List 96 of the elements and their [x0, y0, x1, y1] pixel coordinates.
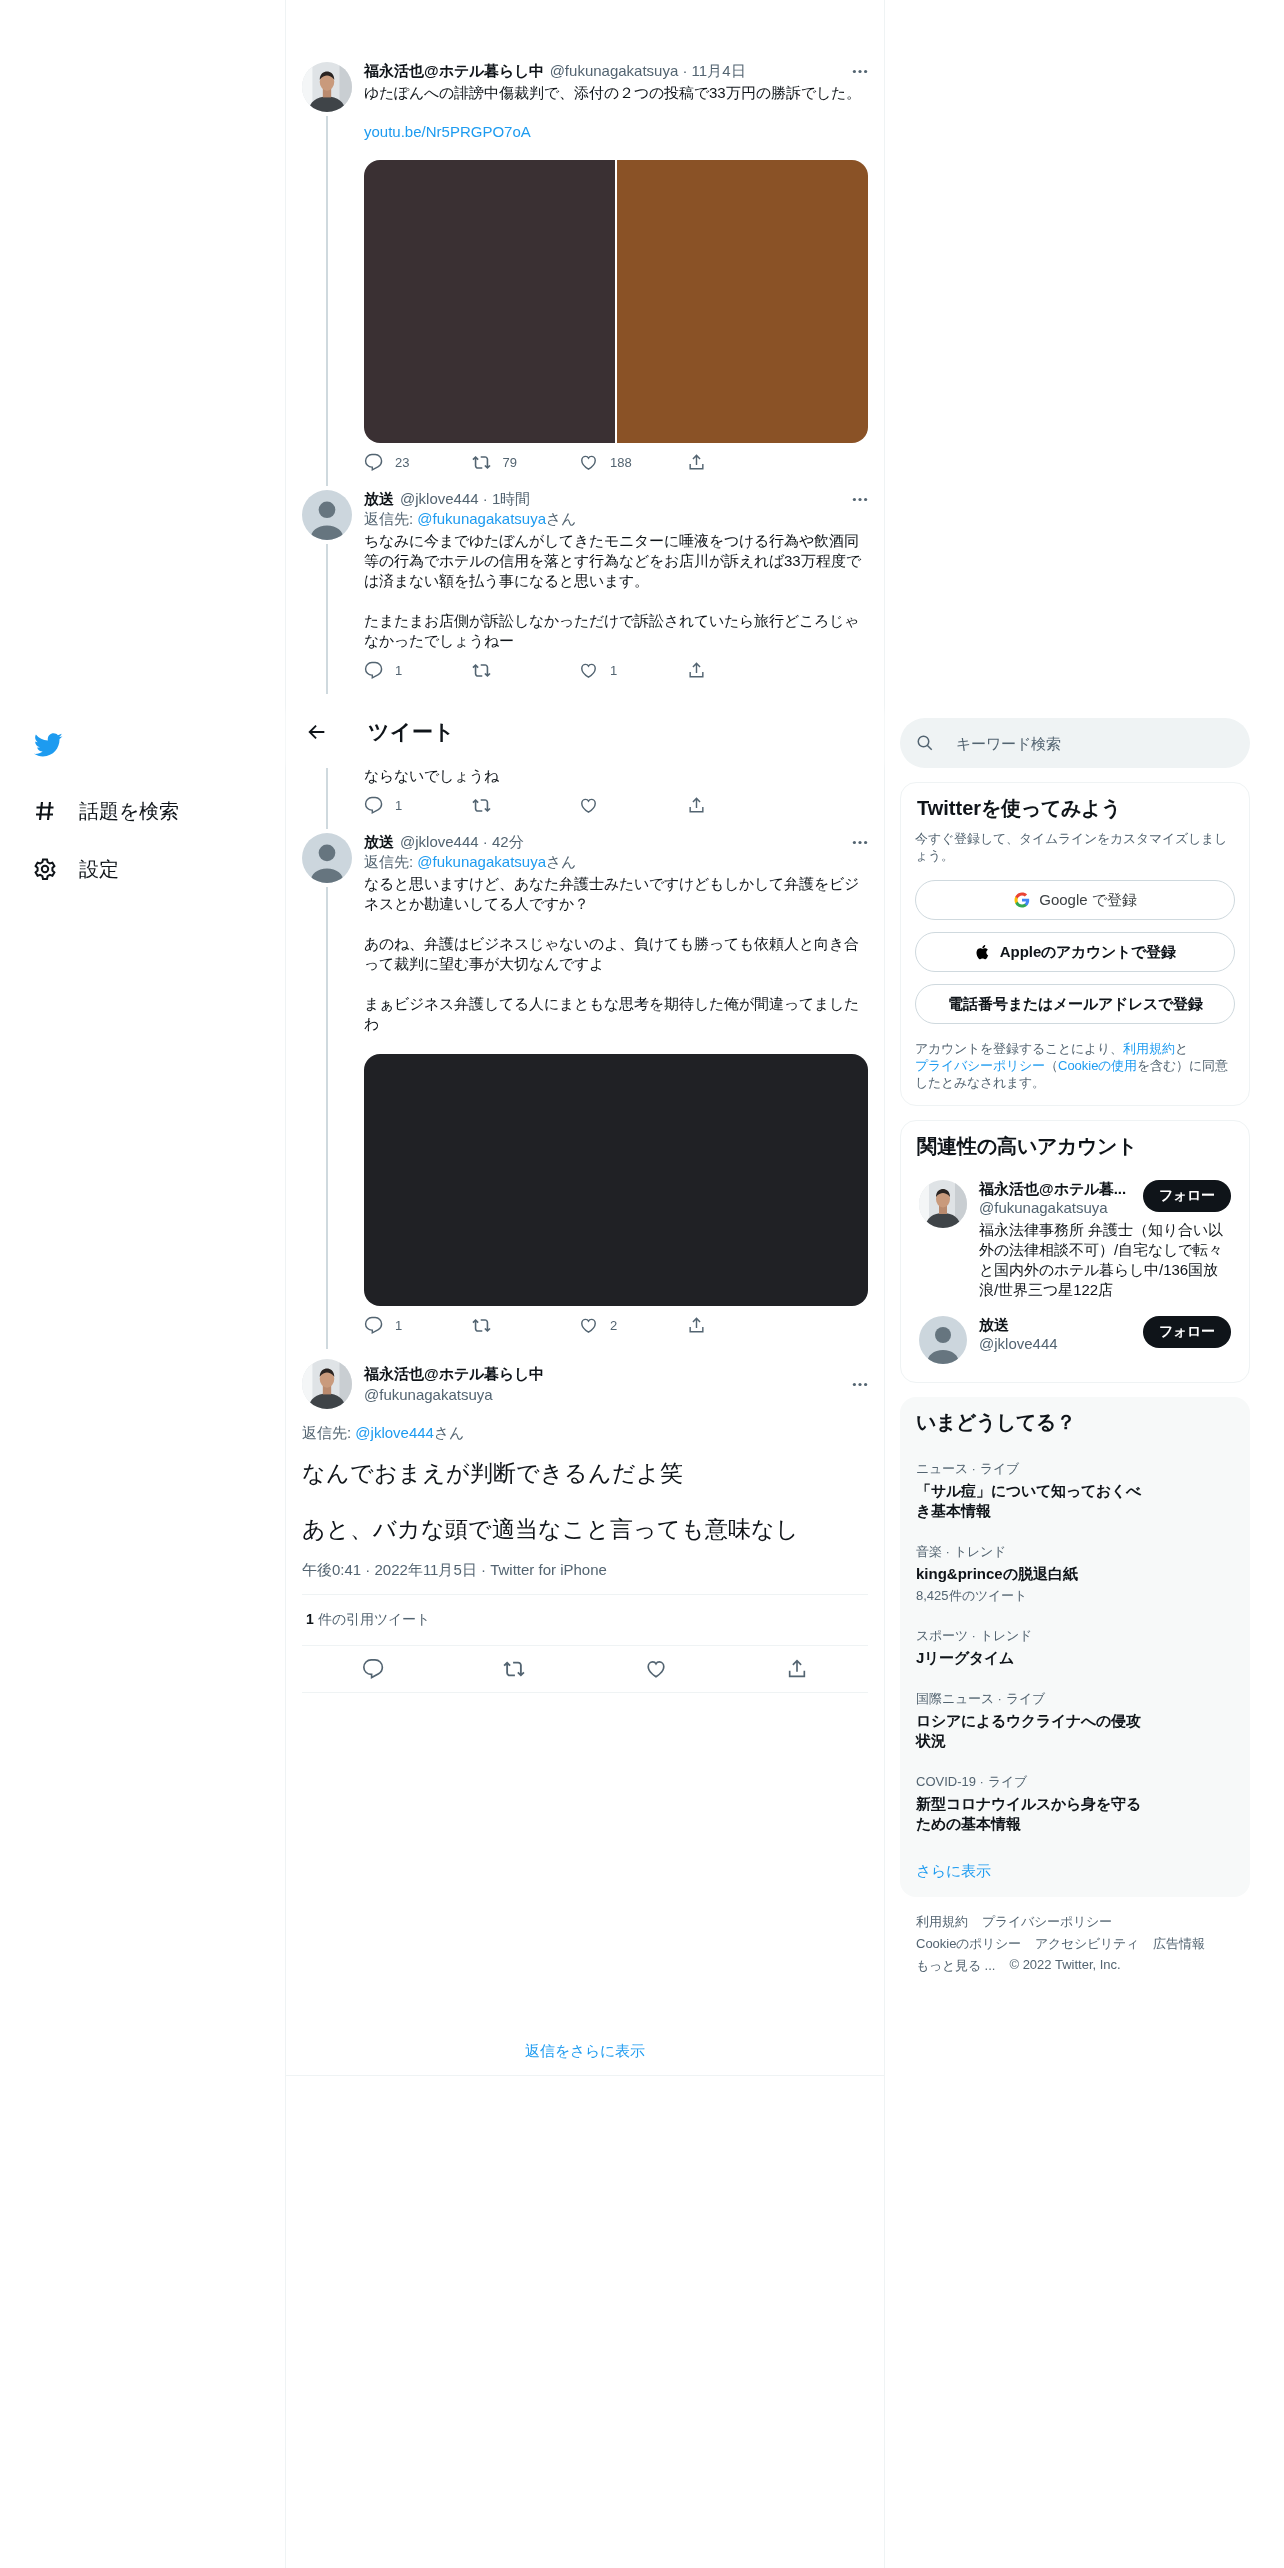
action-count: 1: [395, 798, 403, 813]
trend-count: 8,425件のツイート: [916, 1587, 1028, 1605]
account-handle: @fukunagakatsuya: [979, 1199, 1109, 1216]
trend-category: COVID-19 · ライブ: [916, 1773, 1028, 1791]
card-title: 関連性の高いアカウント: [917, 1134, 1138, 1159]
share-icon[interactable]: [686, 796, 706, 815]
nav-item[interactable]: 話題を検索: [33, 782, 285, 840]
card-subtitle: 今すぐ登録して、タイムラインをカスタマイズしましょう。: [915, 830, 1228, 864]
heart-icon[interactable]: [579, 1316, 598, 1335]
trend-title[interactable]: 新型コロナウイルスから身を守るための基本情報: [916, 1794, 1151, 1834]
tweet-text: あと、バカな頭で適当なこと言っても意味なし: [302, 1515, 800, 1544]
account-name[interactable]: 放送: [979, 1316, 1135, 1335]
footer-link[interactable]: Cookieのポリシー: [916, 1935, 1022, 1953]
retweet-icon[interactable]: [471, 1316, 491, 1335]
reply-icon[interactable]: [364, 453, 383, 472]
search-icon: [916, 734, 934, 752]
tweet-text: なると思いますけど、あなた弁護士みたいですけどもしかして弁護をビジネスとか勘違いしてる人ですか？: [364, 874, 860, 914]
retweet-icon[interactable]: [471, 796, 491, 815]
reply-to-text: 返信先: @fukunagakatsuyaさん: [364, 852, 577, 872]
tweet-text: たまたまお店側が訴訟しなかっただけで訴訟されていたら旅行どころじゃなかったでしょうねー: [364, 611, 860, 651]
reply-icon[interactable]: [364, 661, 383, 680]
action-count: 1: [395, 1318, 403, 1333]
heart-icon[interactable]: [579, 453, 598, 472]
action-count: 79: [502, 455, 517, 470]
quote-count[interactable]: 1 件の引用ツイート: [302, 1594, 868, 1646]
author-name[interactable]: 福永活也@ホテル暮らし中: [364, 62, 544, 81]
trend-title[interactable]: 「サル痘」について知っておくべき基本情報: [916, 1481, 1151, 1521]
tweet-text: なんでおまえが判断できるんだよ笑: [302, 1459, 684, 1488]
trend-title[interactable]: Jリーグタイム: [916, 1648, 1151, 1668]
author-name[interactable]: 放送: [364, 833, 394, 852]
action-count: 1: [610, 663, 618, 678]
reply-icon[interactable]: [364, 796, 383, 815]
trend-title[interactable]: ロシアによるウクライナへの侵攻状況: [916, 1711, 1151, 1751]
more-icon[interactable]: [852, 840, 868, 845]
reply-to-text: 返信先: @jklove444さん: [302, 1423, 465, 1443]
footer-link[interactable]: もっと見る ...: [916, 1957, 996, 1975]
reply-to-text: 返信先: @fukunagakatsuyaさん: [364, 509, 577, 529]
heart-icon[interactable]: [644, 1658, 667, 1680]
tweet-text: まぁビジネス弁護してる人にまともな思考を期待した俺が間違ってましたわ: [364, 994, 860, 1034]
tweet-text: ゆたぽんへの誹謗中傷裁判で、添付の２つの投稿で33万円の勝訴でした。: [364, 83, 862, 103]
settings-icon: [33, 857, 57, 881]
tweet-meta: @jklove444 · 42分: [400, 833, 524, 852]
signup-button[interactable]: 電話番号またはメールアドレスで登録: [915, 984, 1235, 1024]
footer-link[interactable]: 利用規約: [916, 1913, 968, 1931]
tweet-timestamp: 午後0:41 · 2022年11月5日 · Twitter for iPhone: [302, 1561, 608, 1580]
retweet-icon[interactable]: [471, 453, 491, 472]
account-handle: @jklove444: [979, 1335, 1059, 1352]
nav-item[interactable]: 設定: [33, 840, 285, 898]
heart-icon[interactable]: [579, 796, 598, 815]
reply-icon[interactable]: [364, 1316, 383, 1335]
default-avatar-icon: [302, 490, 352, 540]
trend-category: スポーツ · トレンド: [916, 1627, 1033, 1645]
action-count: 1: [395, 663, 403, 678]
hashtag-icon: [33, 799, 57, 823]
footer-link[interactable]: プライバシーポリシー: [982, 1913, 1112, 1931]
default-avatar-icon: [302, 833, 352, 883]
share-icon[interactable]: [686, 1316, 706, 1335]
reply-icon[interactable]: [361, 1658, 384, 1680]
action-count: 2: [610, 1318, 618, 1333]
share-icon[interactable]: [686, 453, 706, 472]
more-icon[interactable]: [852, 69, 868, 74]
author-name[interactable]: 福永活也@ホテル暮らし中: [364, 1365, 544, 1384]
footer-link[interactable]: 広告情報: [1153, 1935, 1206, 1953]
retweet-icon[interactable]: [471, 661, 491, 680]
tweet-text: ちなみに今までゆたぼんがしてきたモニターに唾液をつける行為や飲酒同等の行為でホテルの信用を落とす行為などをお店川が訴えれば33万程度では済まない額を払う事になると思います。: [364, 531, 862, 591]
more-icon[interactable]: [852, 497, 868, 502]
footer-link[interactable]: © 2022 Twitter, Inc.: [1009, 1957, 1121, 1975]
author-handle[interactable]: @fukunagakatsuya: [364, 1386, 544, 1403]
author-name[interactable]: 放送: [364, 490, 394, 509]
heart-icon[interactable]: [579, 661, 598, 680]
trend-category: 国際ニュース · ライブ: [916, 1690, 1046, 1708]
legal-text: アカウントを登録することにより、利用規約 と プライバシーポリシー（Cookieの使用を含む）に同意したとみなされます。: [915, 1040, 1230, 1091]
signup-button[interactable]: Appleのアカウントで登録: [915, 932, 1235, 972]
default-avatar-icon: [919, 1316, 967, 1364]
trend-title[interactable]: king&princeの脱退白紙: [916, 1564, 1151, 1584]
tweet-text: あのね、弁護はビジネスじゃないのよ、負けても勝っても依頼人と向き合って裁判に望む事が大切なんですよ: [364, 934, 860, 974]
more-icon[interactable]: [852, 1381, 868, 1387]
action-count: 188: [610, 455, 632, 470]
tweet-meta: @jklove444 · 1時間: [400, 490, 531, 509]
footer-link[interactable]: アクセシビリティ: [1035, 1935, 1140, 1953]
share-icon[interactable]: [686, 661, 706, 680]
google-g-icon: [1013, 891, 1032, 909]
trend-category: ニュース · ライブ: [916, 1460, 1020, 1478]
signup-button[interactable]: Google で登録: [915, 880, 1235, 920]
panel-title: いまどうしてる？: [916, 1410, 1077, 1435]
account-name[interactable]: 福永活也@ホテル暮...: [979, 1180, 1135, 1199]
header-title: ツイート: [368, 719, 455, 745]
tweet-meta: @fukunagakatsuya · 11月4日: [549, 62, 746, 81]
search-field[interactable]: キーワード検索: [900, 718, 1250, 768]
follow-button[interactable]: フォロー: [1143, 1180, 1231, 1212]
account-bio: 福永法律事務所 弁護士（知り合い以外の法律相談不可）/自宅なしで転々と国内外のホテル暮らし中/136国放浪/世界三つ星122店: [979, 1220, 1225, 1300]
tweet-text: ならないでしょうね: [364, 766, 500, 786]
card-title: Twitterを使ってみよう: [917, 796, 1123, 821]
trend-category: 音楽 · トレンド: [916, 1543, 1007, 1561]
follow-button[interactable]: フォロー: [1143, 1316, 1231, 1348]
action-count: 23: [395, 455, 410, 470]
